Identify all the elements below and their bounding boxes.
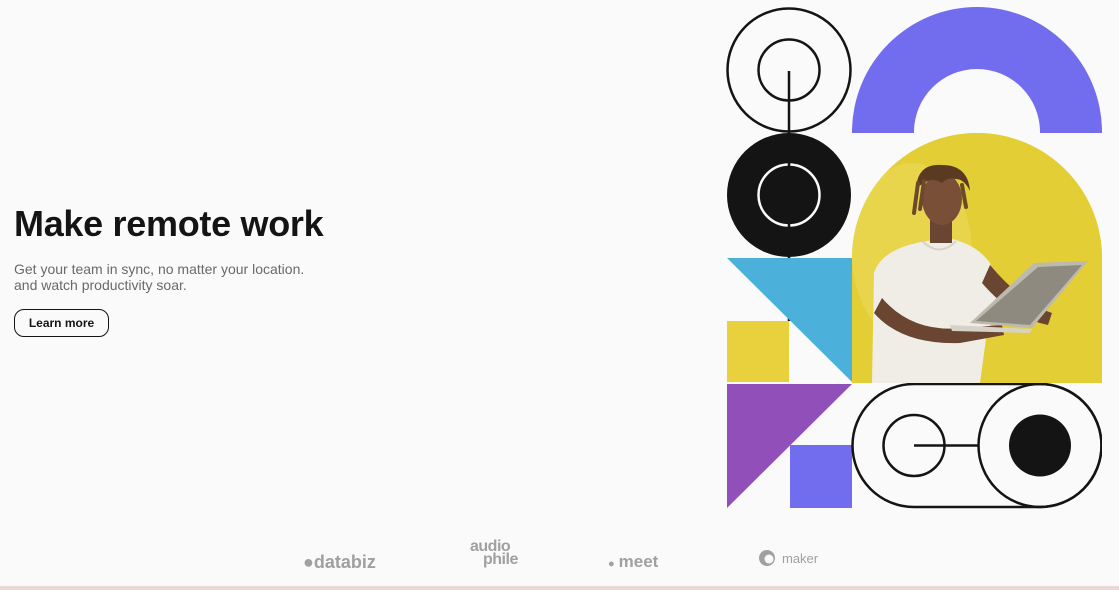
- databiz-dot-icon: ●: [303, 552, 314, 572]
- indigo-square-shape: [790, 445, 852, 508]
- hero-title: Make remote work: [14, 203, 324, 244]
- bottom-divider: [0, 586, 1119, 590]
- toggle-stadium-shape: [851, 382, 1102, 509]
- yellow-square-shape: [727, 321, 789, 382]
- maker-logo: maker: [758, 549, 818, 567]
- databiz-logo-text: databiz: [313, 552, 376, 572]
- meet-logo-text: meet: [618, 552, 659, 571]
- databiz-logo: ●databiz: [303, 552, 376, 573]
- person-with-laptop-image: [852, 133, 1102, 383]
- purple-arch-shape: [852, 7, 1102, 133]
- hero-subtitle: Get your team in sync, no matter your lo…: [14, 261, 414, 293]
- hero-section: Make remote work Get your team in sync, …: [14, 200, 414, 337]
- learn-more-button[interactable]: Learn more: [14, 309, 109, 337]
- audiophile-logo: audio phile: [470, 539, 518, 568]
- hero-photo: [852, 133, 1102, 383]
- meet-dots-icon: ●: [608, 558, 615, 570]
- hero-subtitle-line-1: Get your team in sync, no matter your lo…: [14, 261, 305, 277]
- maker-logo-text: maker: [782, 550, 819, 566]
- meet-logo: ● meet: [608, 552, 658, 572]
- maker-icon: [759, 550, 775, 566]
- hero-subtitle-line-2: and watch productivity soar.: [14, 277, 187, 293]
- client-logos: ●databiz audio phile ● meet maker: [0, 538, 1119, 582]
- audiophile-logo-bottom: phile: [483, 551, 518, 568]
